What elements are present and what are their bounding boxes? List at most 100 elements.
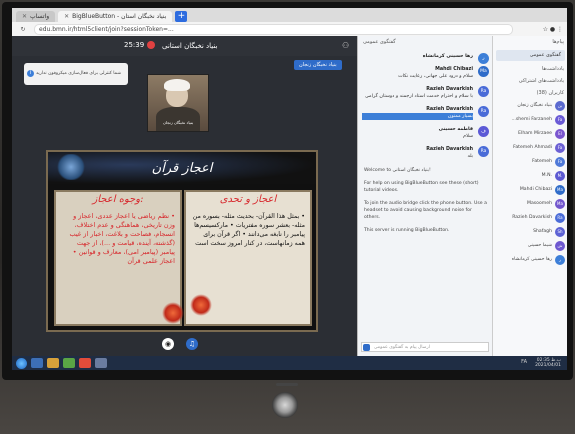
users-icon[interactable]: ⚇ [342,41,349,50]
chrome-icon[interactable] [79,358,91,368]
tab-label: واتساپ [30,13,50,20]
chat-message: ر رها حسینی کرمانشاه [358,50,493,64]
browser-menu-icon[interactable]: ☆ ● ⋮ [513,26,567,33]
welcome-line: This server is running BigBlueButton. [364,228,450,233]
flower-image [162,302,184,324]
shared-notes-item[interactable]: یادداشت‌های اشتراکی [493,75,567,87]
avatar: Ma [555,199,565,209]
chat-panel: گفتگوی عمومی ر رها حسینی کرمانشاه Ma Mahdi … [357,36,493,356]
user-list-item[interactable]: Ma Mahdi Chibazi [493,183,567,197]
notes-section-title: یادداشت‌ها [541,66,564,72]
webcam-video[interactable]: بنیاد نخبگان زنجان [147,74,209,132]
user-list-item[interactable]: Fa Fatemeh Ahmadi [493,141,567,155]
new-tab-button[interactable]: + [175,11,188,22]
user-list-item[interactable]: Ra Razieh Davarkish [493,211,567,225]
monitor-bezel: ✕ واتساپ ✕ BigBlueButton - بنیاد نخبگان … [2,2,573,380]
avatar: Ra [478,106,489,117]
chat-input[interactable]: ارسال پیام به گفتگوی عمومی [361,342,489,352]
webcam-person-turban [164,79,190,91]
slide-column-miracle-challenge: اعجاز و تحدی • بمثل هذا القرآن- بحدیث مث… [184,190,312,326]
user-name: Fatemeh Ahmadi [513,145,552,150]
slide-column-text: • نظم ریاضی یا اعجاز عددی، اعجاز و وزن ت… [69,212,175,265]
reload-icon[interactable]: ↻ [12,26,34,33]
app-icon[interactable] [95,358,107,368]
close-icon[interactable]: ✕ [64,13,69,20]
power-button[interactable] [272,392,298,418]
monitor-screen: ✕ واتساپ ✕ BigBlueButton - بنیاد نخبگان … [12,8,567,370]
avatar: Ma [478,66,489,77]
user-list: بن بنیاد نخبگان زنجان Fa ...shemi Farzaneh E… [493,99,567,267]
user-name: بنیاد نخبگان زنجان [517,103,552,108]
folder-icon[interactable] [47,358,59,368]
user-name: ...shemi Farzaneh [511,117,552,122]
file-explorer-icon[interactable] [31,358,43,368]
chat-header: گفتگوی عمومی [363,39,396,45]
user-list-item[interactable]: Fa ...shemi Farzaneh [493,113,567,127]
info-icon: i [27,70,34,77]
taskbar-clock[interactable]: 02:35 ب.ظ 2021/04/01 [535,358,561,368]
presentation-header: 25:39 بنیاد نخبگان استانی ⚇ [12,36,357,56]
media-player-icon[interactable] [63,358,75,368]
chat-text: با سلام و احترام خدمت استاد ارجمند و دوس… [365,94,473,99]
slide-title: اعجاز قرآن [151,160,213,176]
chat-message: Ra Razieh Davarkish بله [358,143,493,163]
browser-tab-whatsapp[interactable]: ✕ واتساپ [16,11,56,22]
slide-column-miracle-aspects: وجوه اعجاز: • نظم ریاضی یا اعجاز عددی، ا… [54,190,184,326]
avatar: M. [555,171,565,181]
avatar: ر [555,255,565,265]
welcome-line: For help on using BigBlueButton see thes… [364,181,479,193]
close-icon[interactable]: ✕ [22,13,27,20]
browser-address-bar: ↻ edu.bmn.ir/html5client/join?sessionTok… [12,22,567,36]
slide-column-heading: وجوه اعجاز: [92,194,144,205]
browser-tab-bar: ✕ واتساپ ✕ BigBlueButton - بنیاد نخبگان … [12,8,567,22]
avatar: Fa [555,115,565,125]
presentation-slide: اعجاز قرآن وجوه اعجاز: • نظم ریاضی یا اع… [46,150,318,332]
user-name: Razieh Davarkish [512,215,552,220]
user-list-item[interactable]: M. M.N. [493,169,567,183]
user-list-item[interactable]: ر رها حسینی کرمانشاه [493,253,567,267]
welcome-line: To join the audio bridge click the phone… [364,201,487,220]
avatar: Sh [555,227,565,237]
chat-text: سلام و درود علی جهانی، رعایت نکات [398,74,473,79]
users-section-title: کاربران (38) [536,90,564,96]
video-icon[interactable]: ◉ [162,338,174,350]
meeting-title: بنیاد نخبگان استانی [162,42,218,50]
welcome-line: Welcome to بنیاد نخبگان استانی! [364,168,431,173]
chat-sender: Mahdi Chibazi [435,67,473,72]
user-name: شیما حسینی [527,243,552,248]
user-list-item[interactable]: El Elham Mirzaee [493,127,567,141]
audio-icon[interactable]: ♫ [186,338,198,350]
slide-decoration-image [56,154,86,180]
user-list-item[interactable]: ش شیما حسینی [493,239,567,253]
user-list-item[interactable]: Fa Fatemeh [493,155,567,169]
chat-message: Ra Razieh Davarkish بسیار ممنون [358,103,493,123]
media-controls: ◉ ♫ [162,338,198,350]
flower-image [190,294,212,316]
url-field[interactable]: edu.bmn.ir/html5client/join?sessionToken… [34,23,513,35]
avatar: Fa [555,143,565,153]
user-name: رها حسینی کرمانشاه [511,257,552,262]
recording-timer: 25:39 [124,41,145,49]
user-list-panel: پیام‌ها گفتگوی عمومی یادداشت‌ها یادداشت‌… [492,36,567,356]
start-button[interactable] [16,357,27,369]
user-list-item[interactable]: Sh Shafagh [493,225,567,239]
user-name: Shafagh [533,229,552,234]
presentation-area: 25:39 بنیاد نخبگان استانی ⚇ i شما کنترلی… [12,36,357,356]
public-chat-item[interactable]: گفتگوی عمومی [496,50,565,61]
chat-text: بسیار ممنون [362,113,473,120]
avatar: El [555,129,565,139]
mic-notice-text: شما کنترلی برای فعال‌سازی میکروفون نداری… [36,71,122,76]
slide-column-text: • بمثل هذا القرآن- بحدیث مثله- بسوره من … [192,213,305,247]
avatar: Ra [555,213,565,223]
clock-date: 2021/04/01 [535,363,561,368]
browser-tab-bigbluebutton[interactable]: ✕ BigBlueButton - بنیاد نخبگان استان [58,11,173,22]
send-icon[interactable] [363,344,370,351]
user-list-item[interactable]: Ma Masoomeh [493,197,567,211]
recording-indicator[interactable]: 25:39 [124,41,156,49]
monitor-logo [276,383,298,386]
chat-text: سلام [463,134,473,139]
user-list-item[interactable]: بن بنیاد نخبگان زنجان [493,99,567,113]
chat-sender: Razieh Davarkish [426,107,473,112]
language-indicator[interactable]: FA [521,359,527,365]
avatar: Fa [555,157,565,167]
